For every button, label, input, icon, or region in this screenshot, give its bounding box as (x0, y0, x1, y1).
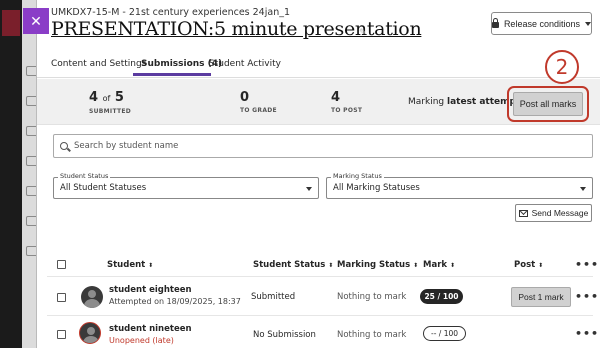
stat-to-grade: 0 TO GRADE (240, 91, 277, 114)
more-options-icon[interactable]: ••• (575, 258, 599, 271)
row-more-options-icon[interactable]: ••• (575, 290, 599, 303)
column-post-label: Post (514, 260, 536, 270)
column-mark[interactable]: Mark ⬍ (423, 260, 455, 270)
close-panel-button[interactable]: ✕ (23, 8, 49, 34)
search-bar (53, 134, 593, 158)
student-status-select[interactable]: Student Status All Student Statuses (53, 172, 319, 199)
marking-status-label: Marking Status (331, 172, 384, 180)
column-marking-status-label: Marking Status (337, 260, 411, 270)
tab-content-settings[interactable]: Content and Settings (51, 59, 146, 69)
to-grade-count: 0 (240, 90, 250, 105)
search-input[interactable] (74, 141, 574, 151)
active-tab-indicator (133, 73, 211, 76)
post-all-marks-button[interactable]: Post all marks (513, 92, 583, 116)
release-conditions-button[interactable]: Release conditions (491, 12, 592, 35)
avatar (79, 322, 101, 344)
column-marking-status[interactable]: Marking Status ⬍ (337, 260, 418, 270)
sort-icon: ⬍ (450, 262, 456, 269)
callout-highlight-box: Post all marks (507, 86, 589, 122)
marking-status-cell: Nothing to mark (337, 292, 407, 302)
column-mark-label: Mark (423, 260, 448, 270)
chevron-down-icon (585, 21, 591, 26)
student-name[interactable]: student nineteen (109, 324, 192, 334)
release-conditions-label: Release conditions (503, 18, 580, 29)
to-grade-label: TO GRADE (240, 107, 277, 114)
institution-logo (2, 10, 20, 36)
student-status-value: All Student Statuses (60, 183, 147, 193)
sort-icon: ⬍ (148, 262, 154, 269)
stat-submitted: 4 of 5 SUBMITTED (89, 91, 131, 115)
tab-student-activity[interactable]: Student Activity (209, 59, 281, 69)
submitted-of: of (102, 94, 111, 103)
column-post: Post ⬍ (514, 260, 543, 270)
row-divider (47, 315, 593, 316)
edit-title-icon[interactable]: ✎ (359, 28, 367, 38)
search-icon (60, 142, 68, 150)
mark-pill[interactable]: 25 / 100 (420, 289, 463, 304)
callout-number-badge: 2 (545, 50, 579, 84)
marking-status-cell: Nothing to mark (337, 330, 407, 340)
send-message-button[interactable]: Send Message (515, 204, 592, 222)
marking-status-select[interactable]: Marking Status All Marking Statuses (326, 172, 593, 199)
select-all-checkbox[interactable] (57, 260, 66, 269)
student-status-cell: Submitted (251, 292, 296, 302)
sort-icon: ⬍ (328, 262, 334, 269)
chevron-down-icon (580, 187, 586, 191)
marking-prefix: Marking (408, 97, 445, 107)
chevron-down-icon (306, 187, 312, 191)
course-name: UMKDX7-15-M - 21st century experiences 2… (51, 7, 291, 18)
tab-bar: Content and Settings Submissions (4) Stu… (37, 54, 600, 78)
stat-to-post: 4 TO POST (331, 91, 362, 114)
submitted-count: 4 (89, 90, 99, 105)
marking-status-value: All Marking Statuses (333, 183, 420, 193)
lock-icon (492, 18, 499, 28)
row-divider (47, 276, 593, 277)
sort-icon: ⬍ (413, 262, 419, 269)
to-post-count: 4 (331, 90, 341, 105)
background-content (22, 0, 38, 348)
row-more-options-icon[interactable]: ••• (575, 327, 599, 340)
column-student-status[interactable]: Student Status ⬍ (253, 260, 333, 270)
student-status-cell: No Submission (253, 330, 316, 340)
submitted-label: SUBMITTED (89, 108, 132, 115)
submitted-total: 5 (114, 90, 124, 105)
sort-icon: ⬍ (538, 262, 544, 269)
row-checkbox[interactable] (57, 330, 66, 339)
mark-pill[interactable]: -- / 100 (423, 326, 466, 341)
column-student[interactable]: Student ⬍ (107, 260, 153, 270)
row-checkbox[interactable] (57, 293, 66, 302)
student-status-label: Student Status (58, 172, 111, 180)
send-message-label: Send Message (531, 208, 589, 218)
column-student-status-label: Student Status (253, 260, 326, 270)
column-student-label: Student (107, 260, 146, 270)
mail-icon (518, 209, 528, 217)
to-post-label: TO POST (331, 107, 363, 114)
avatar (81, 286, 103, 308)
post-mark-button[interactable]: Post 1 mark (511, 287, 571, 307)
student-attempt-info: Attempted on 18/09/2025, 18:37 (109, 297, 241, 306)
student-name[interactable]: student eighteen (109, 285, 192, 295)
student-attempt-info: Unopened (late) (109, 336, 174, 345)
assessment-panel: UMKDX7-15-M - 21st century experiences 2… (36, 0, 600, 348)
marking-attempt-label: Marking latest attempt (408, 97, 520, 107)
background-nav (0, 0, 22, 348)
